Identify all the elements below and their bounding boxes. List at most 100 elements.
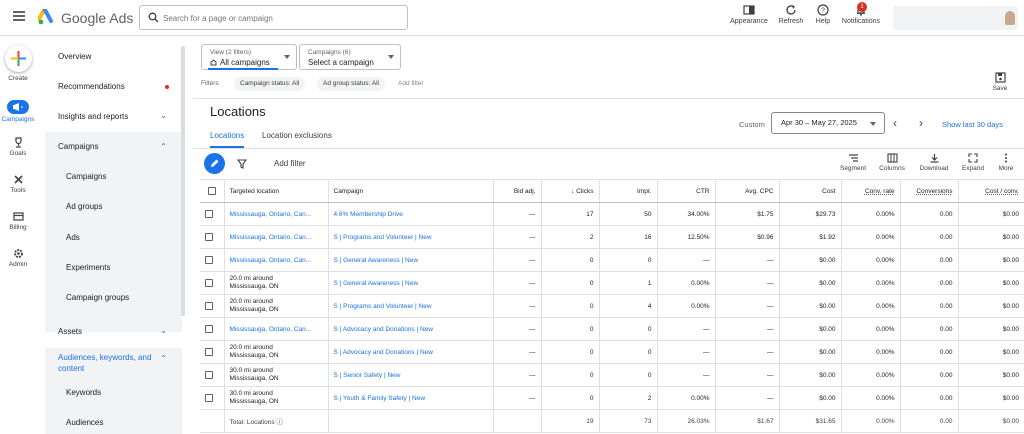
row-campaign-link[interactable]: 4.6% Membership Drive	[327, 202, 493, 226]
row-checkbox[interactable]	[200, 340, 224, 364]
filter-chip-adgroup-status[interactable]: Ad group status: All	[317, 77, 386, 91]
nav-item-ads[interactable]: Ads	[66, 233, 80, 242]
col-conv-rate[interactable]: Conv. rate	[840, 179, 900, 203]
chevron-left-icon[interactable]: ‹	[893, 116, 897, 130]
save-button[interactable]: Save	[988, 72, 1012, 92]
help-icon[interactable]: ⓘ	[276, 419, 283, 426]
col-cost-per-conv[interactable]: Cost / conv.	[957, 179, 1024, 203]
row-campaign-link[interactable]: S | Advocacy and Donations | New	[327, 317, 493, 341]
search-input[interactable]	[163, 10, 403, 26]
download-button[interactable]: Download	[916, 153, 952, 172]
row-location[interactable]: Mississauga, Ontario, Can...	[223, 248, 328, 272]
select-all-checkbox[interactable]	[200, 179, 224, 203]
col-bid-adj[interactable]: Bid adj.	[492, 179, 541, 203]
rail-item-campaigns[interactable]: Campaigns	[0, 100, 36, 123]
nav-recommendations[interactable]: Recommendations	[58, 82, 125, 91]
row-location[interactable]: Mississauga, Ontario, Can...	[223, 317, 328, 341]
chevron-down-icon[interactable]: ⌄	[160, 326, 167, 335]
col-targeted-location[interactable]: Targeted location	[223, 179, 328, 203]
create-button[interactable]	[5, 45, 32, 72]
row-checkbox[interactable]	[200, 202, 224, 226]
row-campaign-link[interactable]: S | Programs and Volunteer | New	[327, 294, 493, 318]
add-filter-link[interactable]: Add filter	[398, 77, 424, 91]
row-checkbox[interactable]	[200, 386, 224, 410]
search-box[interactable]	[139, 5, 408, 30]
row-cost: $0.00	[778, 271, 841, 295]
table-add-filter[interactable]: Add filter	[274, 159, 306, 168]
row-campaign-link[interactable]: S | General Awareness | New	[327, 248, 493, 272]
edit-button[interactable]	[204, 153, 225, 174]
help-button[interactable]: ? Help	[812, 4, 834, 32]
row-checkbox[interactable]	[200, 294, 224, 318]
row-checkbox[interactable]	[200, 271, 224, 295]
row-clicks: 0	[540, 340, 599, 364]
rail-item-tools[interactable]: Tools	[0, 174, 36, 194]
row-campaign-link[interactable]: S | Youth & Family Safety | New	[327, 386, 493, 410]
chevron-up-icon[interactable]: ⌃	[160, 142, 167, 151]
col-conversions[interactable]: Conversions	[899, 179, 958, 203]
row-checkbox[interactable]	[200, 248, 224, 272]
row-campaign-link[interactable]: S | Programs and Volunteer | New	[327, 225, 493, 249]
rail-item-admin[interactable]: Admin	[0, 248, 36, 268]
nav-item-campaigns[interactable]: Campaigns	[66, 172, 106, 181]
row-costconv: $0.00	[957, 271, 1024, 295]
col-cost[interactable]: Cost	[778, 179, 841, 203]
appearance-button[interactable]: Appearance	[727, 4, 771, 32]
chevron-right-icon[interactable]: ›	[919, 116, 923, 130]
tab-location-exclusions[interactable]: Location exclusions	[262, 131, 332, 140]
google-ads-logo-icon	[38, 9, 53, 25]
row-location: 20.0 mi around Mississauga, ON	[223, 294, 328, 318]
refresh-button[interactable]: Refresh	[775, 4, 807, 32]
row-location[interactable]: Mississauga, Ontario, Can...	[223, 202, 328, 226]
rail-item-billing[interactable]: Billing	[0, 211, 36, 231]
account-switcher[interactable]	[893, 6, 1018, 30]
col-clicks[interactable]: ↓ Clicks	[540, 179, 599, 203]
table-row: Mississauga, Ontario, Can... S | General …	[200, 248, 1024, 272]
menu-icon[interactable]	[13, 11, 25, 21]
row-clicks: 0	[540, 363, 599, 387]
row-checkbox[interactable]	[200, 317, 224, 341]
rail-item-goals[interactable]: Goals	[0, 137, 36, 157]
row-checkbox[interactable]	[200, 225, 224, 249]
chevron-down-icon[interactable]: ⌄	[160, 111, 167, 120]
col-campaign[interactable]: Campaign	[327, 179, 493, 203]
nav-item-ad-groups[interactable]: Ad groups	[66, 202, 102, 211]
nav-item-experiments[interactable]: Experiments	[66, 263, 110, 272]
campaign-selector[interactable]: Campaigns (6) Select a campaign	[299, 44, 401, 70]
table-row: 30.0 mi around Mississauga, ON S | Senior …	[200, 363, 1024, 387]
view-dropdown[interactable]: View (2 filters) All campaigns	[201, 44, 297, 70]
row-campaign-link[interactable]: S | Senior Safety | New	[327, 363, 493, 387]
chevron-up-icon[interactable]: ⌃	[160, 354, 167, 363]
row-campaign-link[interactable]: S | General Awareness | New	[327, 271, 493, 295]
row-checkbox[interactable]	[200, 363, 224, 387]
campaign-selector-value: Select a campaign	[308, 58, 374, 67]
nav-audiences-group[interactable]: Audiences, keywords, and content	[58, 352, 158, 374]
view-dropdown-value: All campaigns	[220, 58, 270, 67]
more-button[interactable]: More	[995, 153, 1017, 172]
download-label: Download	[919, 165, 949, 172]
total-label: Total: Locations	[229, 419, 275, 426]
col-ctr[interactable]: CTR	[656, 179, 715, 203]
nav-assets[interactable]: Assets	[58, 327, 82, 336]
expand-button[interactable]: Expand	[960, 153, 986, 172]
nav-overview[interactable]: Overview	[58, 52, 91, 61]
nav-insights[interactable]: Insights and reports	[58, 112, 128, 121]
nav-item-audiences[interactable]: Audiences	[66, 418, 103, 427]
nav-item-campaign-groups[interactable]: Campaign groups	[66, 293, 129, 302]
col-impr[interactable]: Impr.	[598, 179, 657, 203]
tab-locations[interactable]: Locations	[210, 131, 244, 140]
col-avg-cpc[interactable]: Avg. CPC	[714, 179, 779, 203]
segment-button[interactable]: Segment	[838, 153, 868, 172]
nav-item-keywords[interactable]: Keywords	[66, 388, 101, 397]
col-conversions-label: Conversions	[916, 187, 953, 195]
show-last-30-days-link[interactable]: Show last 30 days	[942, 120, 1003, 129]
row-cost: $0.00	[778, 340, 841, 364]
columns-button[interactable]: Columns	[876, 153, 908, 172]
row-campaign-link[interactable]: S | Advocacy and Donations | New	[327, 340, 493, 364]
date-range-picker[interactable]: Apr 30 – May 27, 2025	[771, 112, 885, 134]
filter-icon[interactable]	[237, 159, 247, 169]
row-location[interactable]: Mississauga, Ontario, Can...	[223, 225, 328, 249]
nav-scrollbar[interactable]	[181, 46, 185, 316]
filter-chip-campaign-status[interactable]: Campaign status: All	[234, 77, 306, 91]
nav-campaigns-group[interactable]: Campaigns	[58, 142, 98, 151]
